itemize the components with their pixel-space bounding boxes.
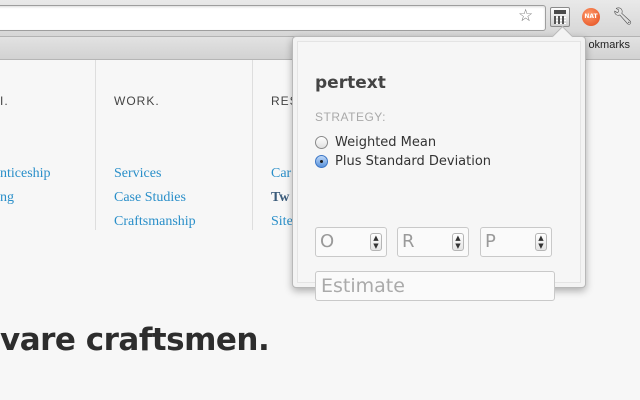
nav-link-services[interactable]: Services bbox=[114, 166, 161, 182]
stepper-arrows-icon[interactable]: ▲ ▼ bbox=[370, 233, 382, 251]
estimate-field[interactable]: Estimate bbox=[315, 271, 555, 301]
bookmarks-label[interactable]: okmarks bbox=[588, 39, 630, 51]
pertext-popup: pertext STRATEGY: Weighted Mean Plus Sta… bbox=[292, 25, 586, 301]
wrench-icon[interactable]: 🔧︎ bbox=[612, 6, 634, 28]
realistic-placeholder: R bbox=[402, 231, 415, 252]
stepper-arrows-icon[interactable]: ▲ ▼ bbox=[535, 233, 547, 251]
column-divider bbox=[95, 60, 96, 230]
radio-button[interactable] bbox=[315, 136, 328, 149]
stepper-arrows-icon[interactable]: ▲ ▼ bbox=[452, 233, 464, 251]
star-icon[interactable]: ☆ bbox=[518, 6, 533, 26]
nav-link-apprenticeship[interactable]: nticeship bbox=[0, 166, 51, 182]
nav-link-col3-1[interactable]: Car bbox=[271, 166, 291, 182]
calculator-screen bbox=[554, 10, 566, 14]
column-divider bbox=[252, 60, 253, 230]
optimistic-input[interactable]: O ▲ ▼ bbox=[315, 227, 387, 257]
avatar-icon[interactable]: NAT bbox=[582, 8, 600, 26]
browser-toolbar: ☆ NAT 🔧︎ bbox=[0, 0, 640, 37]
calculator-keys bbox=[554, 16, 566, 24]
radio-plus-standard-deviation[interactable]: Plus Standard Deviation bbox=[315, 154, 491, 169]
address-bar[interactable] bbox=[0, 5, 546, 31]
nav-link-craftsmanship[interactable]: Craftsmanship bbox=[114, 214, 196, 230]
popup-title: pertext bbox=[315, 73, 386, 93]
calculator-icon[interactable] bbox=[550, 7, 570, 27]
radio-button-checked[interactable] bbox=[315, 155, 328, 168]
optimistic-placeholder: O bbox=[320, 231, 335, 252]
pessimistic-placeholder: P bbox=[485, 231, 496, 252]
radio-weighted-mean[interactable]: Weighted Mean bbox=[315, 135, 436, 150]
realistic-input[interactable]: R ▲ ▼ bbox=[397, 227, 469, 257]
column-heading-work: WORK. bbox=[114, 94, 160, 108]
radio-label: Weighted Mean bbox=[335, 135, 437, 150]
radio-label: Plus Standard Deviation bbox=[335, 154, 492, 169]
nav-link-col3-3[interactable]: Site bbox=[271, 214, 293, 230]
strategy-label: STRATEGY: bbox=[315, 110, 386, 124]
nav-link-case-studies[interactable]: Case Studies bbox=[114, 190, 186, 206]
pessimistic-input[interactable]: P ▲ ▼ bbox=[480, 227, 552, 257]
page-headline: vare craftsmen. bbox=[0, 322, 270, 358]
column-heading-1: I. bbox=[0, 94, 9, 108]
nav-link-col1-2[interactable]: ng bbox=[0, 190, 14, 206]
nav-link-col3-2[interactable]: Tw bbox=[271, 190, 289, 206]
